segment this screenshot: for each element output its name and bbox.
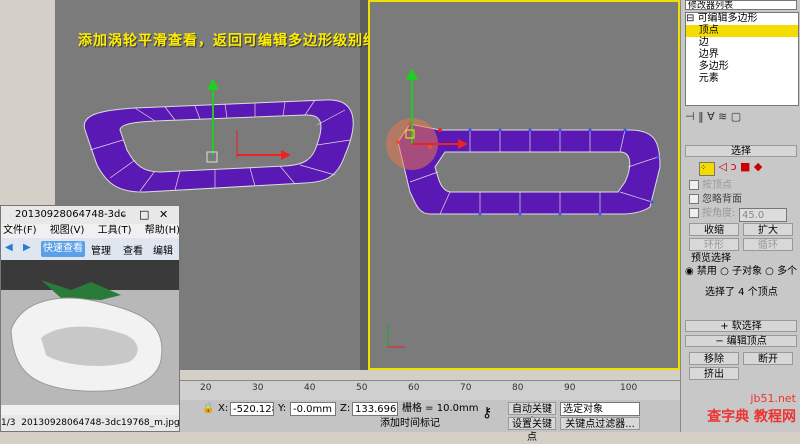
timeline-tick: 70 [460, 383, 472, 393]
rollout-edit-vertices[interactable]: − 编辑顶点 [685, 335, 797, 347]
grow-button[interactable]: 扩大 [743, 223, 793, 236]
x-label: X: [218, 403, 229, 414]
stack-item-editable-poly[interactable]: ⊟ 可编辑多边形 [686, 13, 798, 25]
status-bar: 🔒 X: -520.128m Y: -0.0mm Z: 133.696mr 栅格… [180, 400, 680, 443]
z-label: Z: [340, 403, 351, 414]
timeline-tick: 50 [356, 383, 368, 393]
stack-toolbar-icons[interactable]: ⊣ ‖ ∀ ≋ ▢ [685, 110, 797, 126]
grid-size-label: 栅格 = 10.0mm [402, 403, 479, 414]
add-time-tag[interactable]: 添加时间标记 [380, 417, 440, 431]
key-filters-button[interactable]: 关键点过滤器... [560, 417, 640, 430]
mesh-right-svg [386, 68, 661, 348]
menu-tools[interactable]: 工具(T) [98, 225, 132, 236]
viewport-right-active[interactable] [368, 0, 680, 370]
view-tab[interactable]: 查看 [123, 242, 143, 257]
preview-selection-radios[interactable]: ◉ 禁用 ○ 子对象 ○ 多个 [685, 265, 800, 279]
manage-tab[interactable]: 管理 [91, 242, 111, 257]
vertex-mode-icon[interactable]: ⁘ [699, 162, 715, 176]
auto-key-button[interactable]: 自动关键点 [508, 402, 556, 428]
timeline-tick: 30 [252, 383, 264, 393]
forward-icon[interactable]: ▶ [23, 242, 31, 253]
viewer-statusbar: 1/3 20130928064748-3dc19768_m.jpg [1, 415, 179, 431]
rollout-selection[interactable]: 选择 [685, 145, 797, 157]
watermark-logo: 查字典 教程网 [707, 409, 796, 425]
preview-selection-label: 预览选择 [691, 253, 731, 264]
timeline-tick: 90 [564, 383, 576, 393]
watermark-url: jb51.net [750, 392, 796, 405]
quick-view-button[interactable]: 快速查看 [41, 241, 85, 257]
viewport-divider [360, 0, 368, 370]
edge-mode-icon[interactable]: ◁ [719, 160, 727, 173]
set-key-button[interactable]: 设置关键点 [508, 417, 556, 443]
ignore-backfacing-checkbox[interactable]: 忽略背面 [689, 194, 742, 206]
image-viewer-window: 20130928064748-3dc – □ ✕ 文件(F) 视图(V) 工具(… [0, 205, 180, 432]
by-angle-checkbox[interactable]: 按角度: [689, 208, 735, 220]
border-mode-icon[interactable]: ↄ [730, 160, 736, 173]
stack-item-element[interactable]: 元素 [686, 73, 798, 85]
timeline-tick: 40 [304, 383, 316, 393]
key-icon[interactable]: ⚷ [482, 406, 492, 420]
by-vertex-checkbox[interactable]: 按顶点 [689, 180, 732, 192]
y-label: Y: [278, 403, 287, 414]
timeline-tick: 80 [512, 383, 524, 393]
viewer-title: 20130928064748-3dc [15, 209, 126, 220]
modifier-stack: ⊟ 可编辑多边形 顶点 边 边界 多边形 元素 [685, 12, 799, 106]
reference-photo [1, 260, 179, 405]
selection-status: 选择了 4 个顶点 [705, 287, 778, 298]
polygon-mode-icon[interactable]: ■ [740, 160, 750, 173]
stack-item-edge[interactable]: 边 [686, 37, 798, 49]
menu-file[interactable]: 文件(F) [3, 225, 37, 236]
stack-item-polygon[interactable]: 多边形 [686, 61, 798, 73]
page-indicator: 1/3 [1, 418, 16, 428]
shrink-button[interactable]: 收缩 [689, 223, 739, 236]
viewer-titlebar: 20130928064748-3dc – □ ✕ [1, 206, 179, 224]
menu-view[interactable]: 视图(V) [50, 225, 85, 236]
element-mode-icon[interactable]: ◆ [754, 160, 762, 173]
selected-object-dropdown[interactable]: 选定对象 [560, 402, 640, 416]
extrude-button[interactable]: 挤出 [689, 367, 739, 380]
rollout-soft-selection[interactable]: + 软选择 [685, 320, 797, 332]
maximize-button[interactable]: □ [139, 206, 149, 224]
timeline-tick: 60 [408, 383, 420, 393]
stack-item-border[interactable]: 边界 [686, 49, 798, 61]
ring-button[interactable]: 环形 [689, 238, 739, 251]
close-button[interactable]: ✕ [159, 206, 168, 224]
loop-button[interactable]: 循环 [743, 238, 793, 251]
viewer-menubar: 文件(F) 视图(V) 工具(T) 帮助(H) [1, 224, 180, 238]
modifier-list-dropdown[interactable]: 修改器列表 [685, 0, 797, 10]
timeline-tick: 100 [620, 383, 638, 393]
command-panel: 修改器列表 ⊟ 可编辑多边形 顶点 边 边界 多边形 元素 ⊣ ‖ ∀ ≋ ▢ … [680, 0, 800, 432]
timeline-ruler[interactable]: 20 30 40 50 60 70 80 90 100 [180, 380, 680, 401]
x-coordinate-field[interactable]: -520.128m [230, 402, 274, 416]
subobject-icons[interactable]: ⁘ ◁ ↄ ■ ◆ [699, 160, 779, 176]
minimize-button[interactable]: – [121, 206, 127, 224]
viewer-toolbar: ◀ ▶ 快速查看 管理 查看 编辑 [1, 238, 179, 260]
z-coordinate-field[interactable]: 133.696mr [352, 402, 398, 416]
y-coordinate-field[interactable]: -0.0mm [290, 402, 336, 416]
break-button[interactable]: 断开 [743, 352, 793, 365]
stack-item-vertex[interactable]: 顶点 [686, 25, 798, 37]
timeline-tick: 20 [200, 383, 212, 393]
edit-tab[interactable]: 编辑 [153, 242, 173, 257]
lock-icon[interactable]: 🔒 [202, 402, 214, 416]
remove-button[interactable]: 移除 [689, 352, 739, 365]
file-name: 20130928064748-3dc19768_m.jpg [21, 418, 179, 428]
menu-help[interactable]: 帮助(H) [145, 225, 180, 236]
angle-value-field[interactable]: 45.0 [739, 208, 787, 222]
back-icon[interactable]: ◀ [5, 242, 13, 253]
